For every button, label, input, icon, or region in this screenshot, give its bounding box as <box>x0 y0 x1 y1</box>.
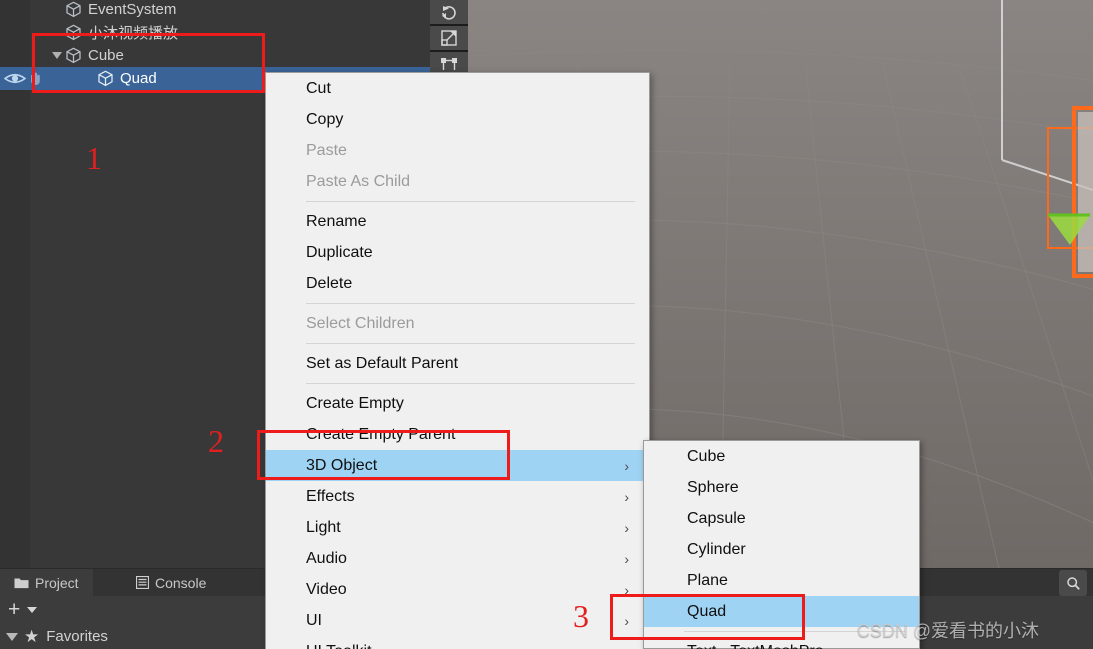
hierarchy-item-label: EventSystem <box>88 1 177 18</box>
menu-item-label: 3D Object <box>306 456 378 474</box>
menu-item-cut[interactable]: Cut <box>266 73 649 104</box>
cube-icon <box>66 47 81 64</box>
hand-icon[interactable] <box>28 71 43 90</box>
menu-item-label: Paste As Child <box>306 172 411 190</box>
menu-item-label: Audio <box>306 549 347 567</box>
rotate-tool-button[interactable] <box>430 0 468 26</box>
menu-item-label: Select Children <box>306 314 415 332</box>
scale-icon <box>441 30 457 46</box>
menu-item-label: Capsule <box>687 509 746 527</box>
menu-item-ui[interactable]: UI › <box>266 605 649 636</box>
menu-item-light[interactable]: Light › <box>266 512 649 543</box>
folder-icon <box>14 578 29 589</box>
console-icon <box>136 576 149 589</box>
menu-item-label: Paste <box>306 141 347 159</box>
menu-item-label: Create Empty <box>306 394 404 412</box>
menu-item-label: Quad <box>687 602 727 620</box>
menu-item-copy[interactable]: Copy <box>266 104 649 135</box>
hierarchy-item-Cube[interactable]: Cube <box>0 44 430 67</box>
menu-item-create-empty[interactable]: Create Empty <box>266 388 649 419</box>
menu-item-cylinder[interactable]: Cylinder <box>644 534 919 565</box>
chevron-right-icon: › <box>624 581 629 598</box>
menu-item-paste-as-child: Paste As Child <box>266 166 649 197</box>
menu-item-cube[interactable]: Cube <box>644 441 919 472</box>
hierarchy-item-小沐视频播放[interactable]: 小沐视频播放 <box>0 21 430 44</box>
menu-item-delete[interactable]: Delete <box>266 268 649 299</box>
annotation-number-1: 1 <box>86 140 102 176</box>
tab-project[interactable]: Project <box>0 569 93 596</box>
cube-icon <box>66 1 81 18</box>
menu-item-duplicate[interactable]: Duplicate <box>266 237 649 268</box>
unity-editor-window: EventSystem 小沐视频播放 Cube Quad Project Con… <box>0 0 1093 649</box>
hierarchy-item-label: Quad <box>120 70 157 87</box>
menu-item-audio[interactable]: Audio › <box>266 543 649 574</box>
menu-separator <box>306 383 635 384</box>
chevron-right-icon: › <box>624 519 629 536</box>
menu-item-video[interactable]: Video › <box>266 574 649 605</box>
favorites-label: Favorites <box>46 628 108 645</box>
scale-tool-button[interactable] <box>430 26 468 52</box>
chevron-right-icon: › <box>624 488 629 505</box>
scene-tool-strip <box>430 0 468 80</box>
chevron-down-icon[interactable] <box>27 606 38 613</box>
menu-item-3d-object[interactable]: 3D Object › <box>266 450 649 481</box>
menu-separator <box>306 343 635 344</box>
menu-item-label: Cut <box>306 79 331 97</box>
menu-item-label: Copy <box>306 110 344 128</box>
menu-item-set-as-default-parent[interactable]: Set as Default Parent <box>266 348 649 379</box>
menu-item-sphere[interactable]: Sphere <box>644 472 919 503</box>
menu-item-label: Text - TextMeshPro <box>687 643 824 649</box>
hierarchy-item-EventSystem[interactable]: EventSystem <box>0 0 430 21</box>
hierarchy-item-label: 小沐视频播放 <box>88 25 179 42</box>
menu-item-create-empty-parent[interactable]: Create Empty Parent <box>266 419 649 450</box>
menu-item-label: Light <box>306 518 341 536</box>
menu-item-label: Video <box>306 580 347 598</box>
menu-item-label: Delete <box>306 274 353 292</box>
search-button[interactable] <box>1059 570 1087 596</box>
add-asset-button[interactable]: + <box>8 599 20 620</box>
chevron-right-icon: › <box>624 550 629 567</box>
disclosure-triangle-icon[interactable] <box>52 52 62 59</box>
rect-transform-icon <box>441 58 457 70</box>
menu-item-label: Create Empty Parent <box>306 425 456 443</box>
annotation-number-2: 2 <box>208 423 224 459</box>
menu-separator <box>306 303 635 304</box>
watermark: CSDN @爱看书的小沐 <box>856 621 1039 641</box>
menu-item-select-children: Select Children <box>266 308 649 339</box>
menu-item-ui-toolkit[interactable]: UI Toolkit › <box>266 636 649 649</box>
annotation-number-3: 3 <box>573 598 589 634</box>
menu-item-label: UI Toolkit <box>306 643 372 649</box>
menu-item-label: Effects <box>306 487 355 505</box>
cube-icon <box>66 24 81 41</box>
menu-item-plane[interactable]: Plane <box>644 565 919 596</box>
chevron-right-icon: › <box>624 457 629 474</box>
menu-item-label: Set as Default Parent <box>306 354 459 372</box>
star-icon: ★ <box>24 627 40 646</box>
menu-separator <box>306 201 635 202</box>
chevron-right-icon: › <box>624 644 629 649</box>
menu-item-label: Cylinder <box>687 540 746 558</box>
menu-item-label: Plane <box>687 571 728 589</box>
eye-icon[interactable] <box>3 71 27 90</box>
tab-console[interactable]: Console <box>122 569 220 596</box>
menu-item-paste: Paste <box>266 135 649 166</box>
search-icon <box>1066 576 1080 590</box>
disclosure-triangle-icon[interactable] <box>6 632 18 641</box>
menu-item-label: Rename <box>306 212 367 230</box>
menu-item-label: Duplicate <box>306 243 373 261</box>
menu-item-label: UI <box>306 611 322 629</box>
menu-item-effects[interactable]: Effects › <box>266 481 649 512</box>
chevron-right-icon: › <box>624 612 629 629</box>
menu-item-rename[interactable]: Rename <box>266 206 649 237</box>
menu-item-label: Sphere <box>687 478 739 496</box>
tab-project-label: Project <box>35 574 79 591</box>
cube-icon <box>98 70 113 87</box>
rotate-icon <box>442 6 456 20</box>
menu-item-label: Cube <box>687 447 726 465</box>
hierarchy-item-label: Cube <box>88 47 124 64</box>
menu-item-capsule[interactable]: Capsule <box>644 503 919 534</box>
hierarchy-context-menu[interactable]: Cut Copy Paste Paste As Child Rename Duplicat… <box>265 72 650 649</box>
tab-console-label: Console <box>155 574 207 591</box>
